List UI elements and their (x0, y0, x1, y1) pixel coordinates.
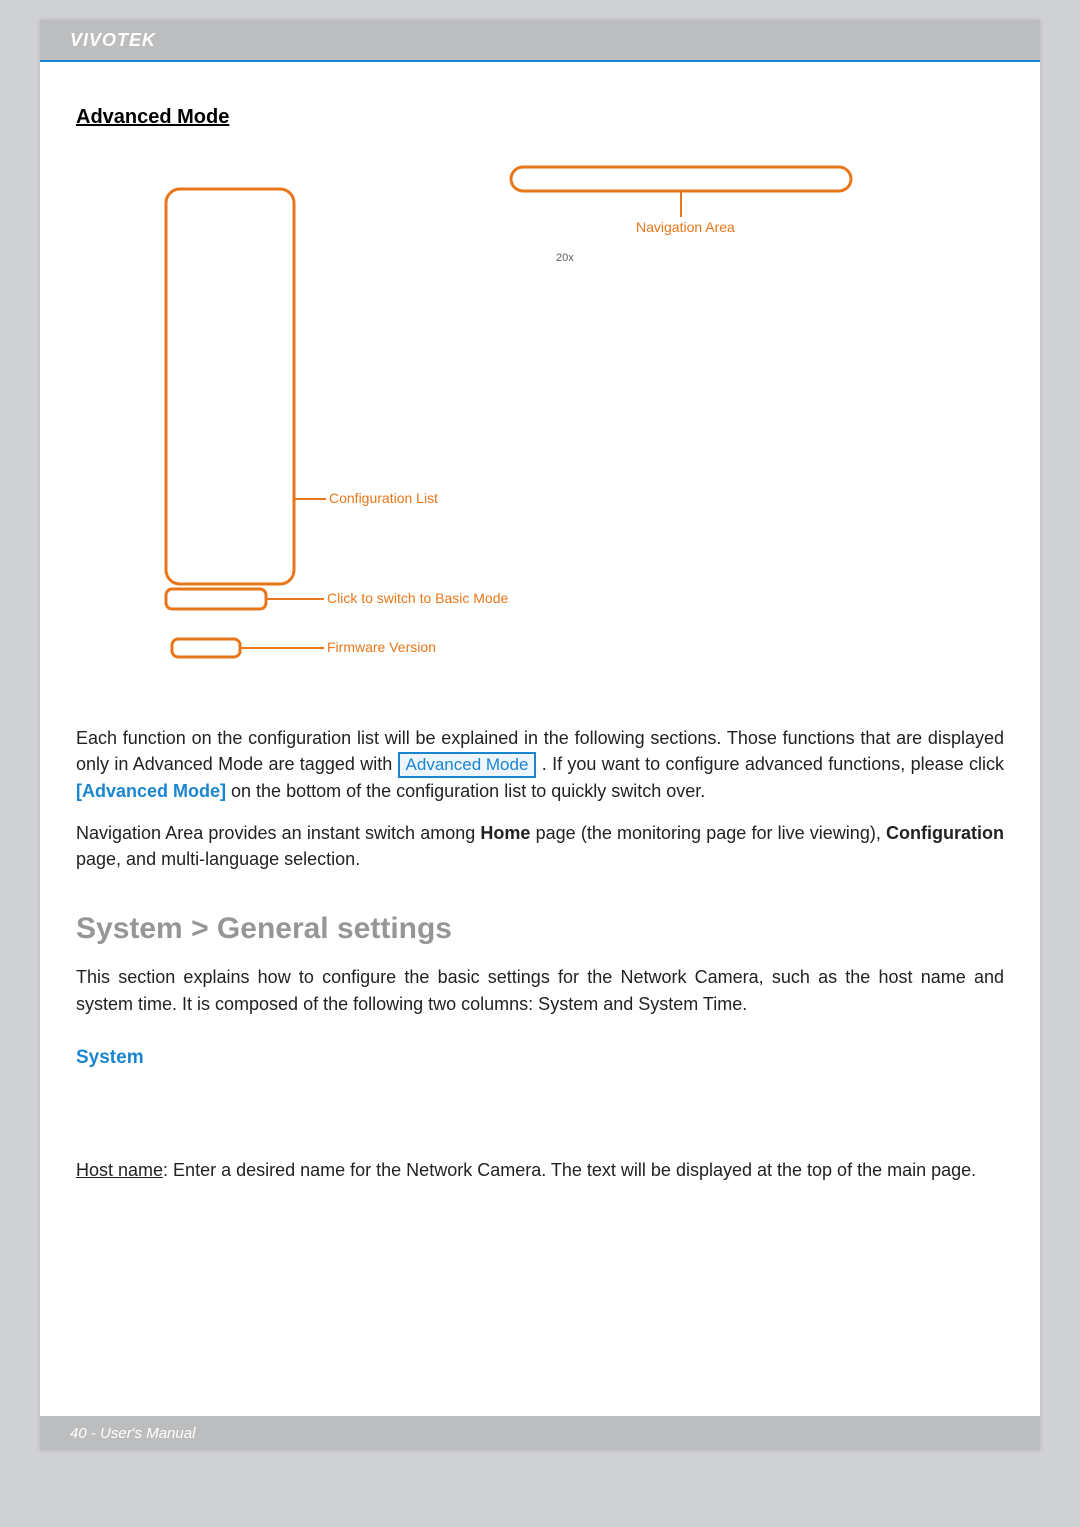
p2-lead: Navigation Area provides an instant swit… (76, 823, 480, 843)
subheading-system: System (76, 1047, 1004, 1069)
paragraph-advanced-explain: Each function on the configuration list … (76, 725, 1004, 804)
advanced-mode-tag: Advanced Mode (398, 752, 537, 778)
diagram-svg (76, 149, 1004, 709)
p2-tail: page, and multi-language selection. (76, 849, 360, 869)
ui-diagram: Navigation Area 20x Configuration List C… (76, 149, 1004, 709)
label-configuration-list: Configuration List (329, 490, 438, 506)
page-footer-bar: 40 - User's Manual (40, 1416, 1040, 1450)
host-name-label: Host name (76, 1160, 163, 1180)
heading-system-general-settings: System > General settings (76, 912, 1004, 946)
p1-tail: on the bottom of the configuration list … (226, 781, 705, 801)
advanced-mode-link: [Advanced Mode] (76, 781, 226, 801)
paragraph-navigation-area: Navigation Area provides an instant swit… (76, 820, 1004, 872)
label-zoom: 20x (556, 252, 574, 264)
page-content: Advanced Mode Navigation Area 20x (40, 62, 1040, 1183)
footer-page-label: 40 - User's Manual (70, 1425, 195, 1442)
label-switch-basic: Click to switch to Basic Mode (327, 590, 508, 606)
document-page: VIVOTEK Advanced Mode Na (40, 20, 1040, 1450)
home-bold: Home (480, 823, 530, 843)
label-firmware-version: Firmware Version (327, 639, 436, 655)
system-screenshot-placeholder (76, 1081, 1004, 1141)
section-title-advanced-mode: Advanced Mode (76, 106, 1004, 129)
brand-label: VIVOTEK (70, 30, 156, 51)
host-name-text: : Enter a desired name for the Network C… (163, 1160, 976, 1180)
p1-mid: . If you want to configure advanced func… (536, 754, 1004, 774)
paragraph-general-settings: This section explains how to configure t… (76, 964, 1004, 1016)
configuration-bold: Configuration (886, 823, 1004, 843)
paragraph-host-name: Host name: Enter a desired name for the … (76, 1157, 1004, 1183)
page-header-bar: VIVOTEK (40, 20, 1040, 60)
p2-mid: page (the monitoring page for live viewi… (530, 823, 886, 843)
label-navigation-area: Navigation Area (636, 219, 735, 235)
